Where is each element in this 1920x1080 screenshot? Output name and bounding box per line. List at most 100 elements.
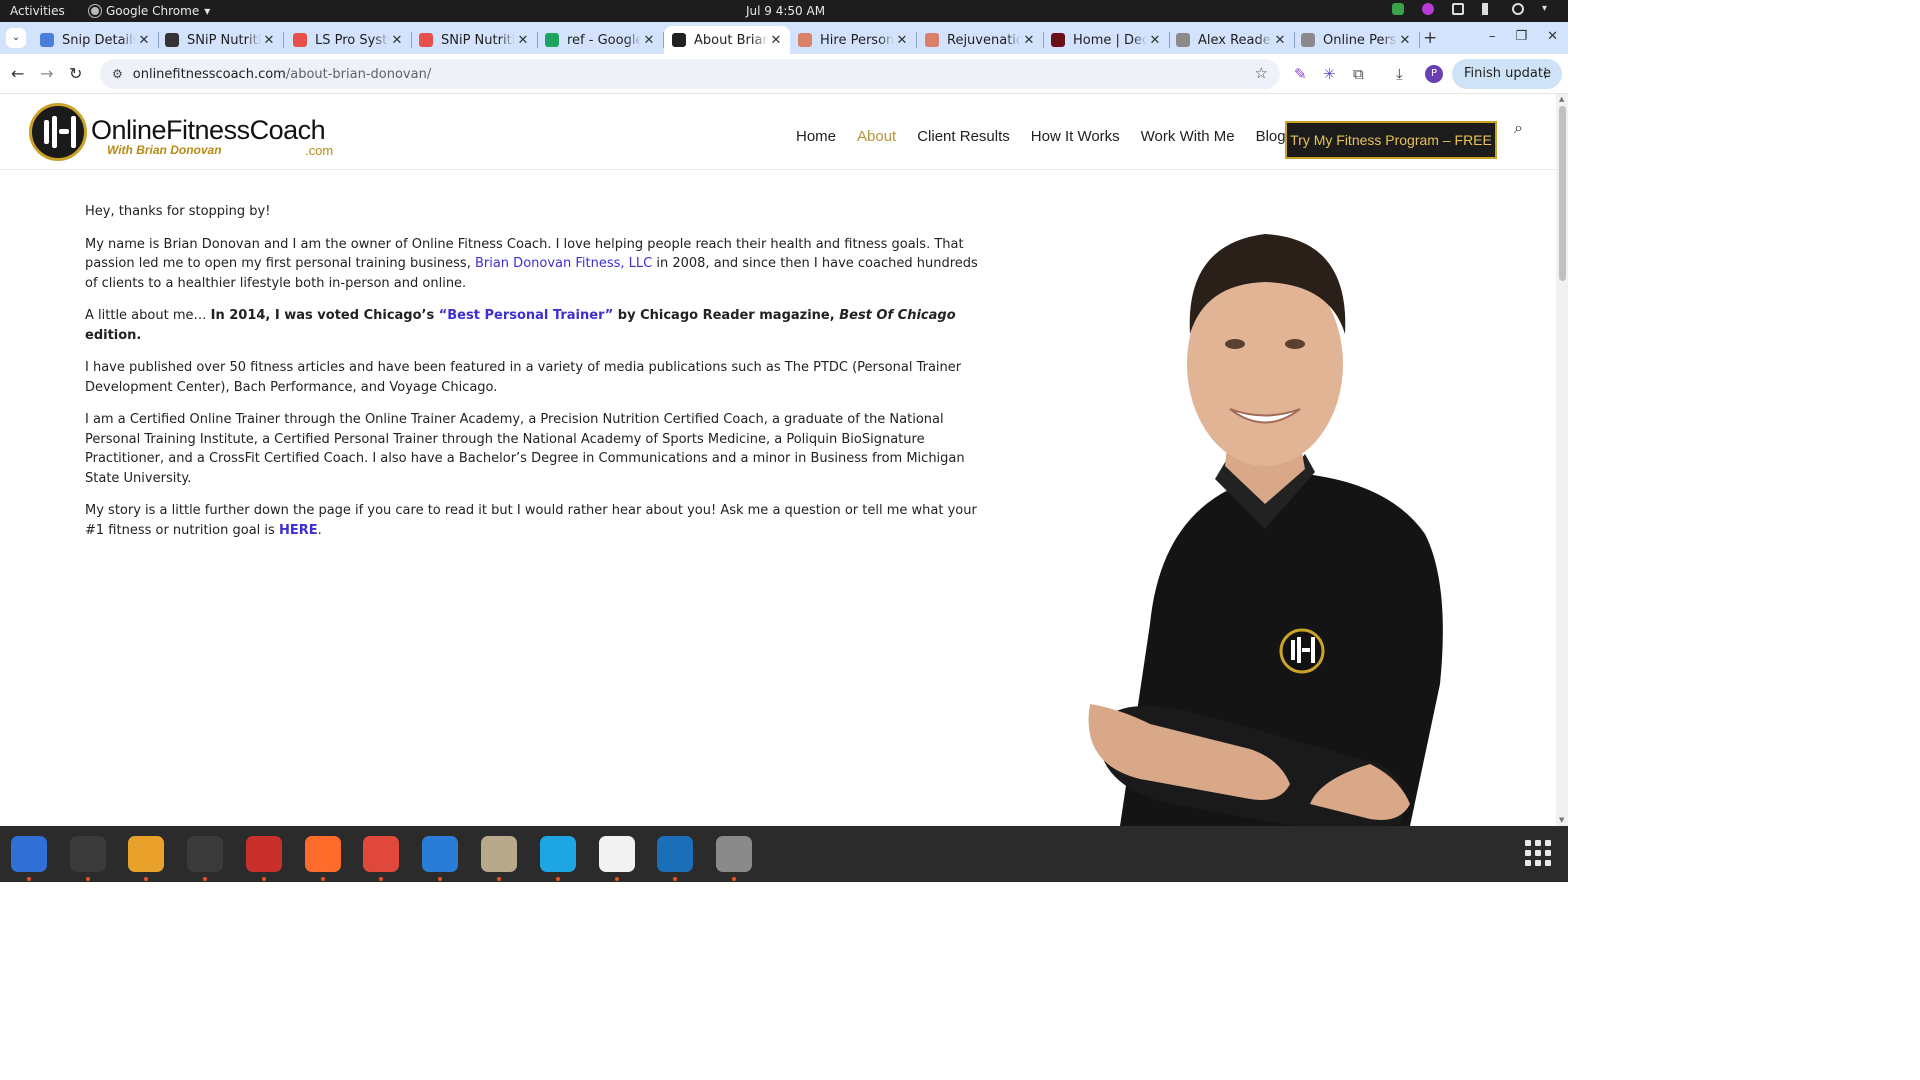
color-picker-icon[interactable] — [1422, 3, 1434, 15]
show-applications-icon[interactable] — [1525, 840, 1551, 866]
profile-avatar[interactable]: P — [1425, 65, 1443, 83]
system-tray[interactable]: ▾ — [1392, 3, 1554, 15]
restore-icon[interactable]: ❐ — [1515, 29, 1527, 44]
close-tab-icon[interactable]: ✕ — [1397, 33, 1413, 48]
tab-search-button[interactable]: ⌄ — [6, 28, 26, 48]
browser-tab[interactable]: LS Pro System✕ — [285, 26, 412, 54]
close-tab-icon[interactable]: ✕ — [389, 33, 405, 48]
browser-tab[interactable]: Home | Deck✕ — [1043, 26, 1170, 54]
running-indicator — [144, 877, 148, 881]
thunderbird-icon[interactable] — [11, 836, 47, 872]
window-controls: – ❐ ✕ — [1489, 29, 1558, 44]
update-icon[interactable] — [1392, 3, 1404, 15]
network-icon[interactable] — [1452, 3, 1464, 15]
browser-tab[interactable]: Online Personal✕ — [1293, 26, 1420, 54]
nav-link-about[interactable]: About — [857, 128, 896, 145]
browser-tab[interactable]: Hire Personal Trainer✕ — [790, 26, 917, 54]
about-content: Hey, thanks for stopping by! My name is … — [85, 202, 985, 553]
publications-paragraph: I have published over 50 fitness article… — [85, 360, 962, 395]
finish-update-button[interactable]: Finish update ⋮ — [1452, 59, 1562, 89]
terminal-icon[interactable] — [70, 836, 106, 872]
download-icon[interactable]: ⤓ — [1396, 65, 1403, 83]
close-window-icon[interactable]: ✕ — [1547, 29, 1558, 44]
text-run: A little about me… — [85, 308, 211, 323]
scroll-up-arrow-icon[interactable]: ▲ — [1559, 95, 1564, 103]
chrome-icon[interactable] — [363, 836, 399, 872]
reload-icon[interactable]: ↻ — [69, 64, 82, 83]
files-icon[interactable] — [481, 836, 517, 872]
close-tab-icon[interactable]: ✕ — [261, 33, 277, 48]
tab-favicon-icon — [545, 33, 559, 47]
calculator-icon[interactable] — [128, 836, 164, 872]
browser-tab[interactable]: Rejuvenation✕ — [917, 26, 1044, 54]
running-indicator — [27, 877, 31, 881]
close-tab-icon[interactable]: ✕ — [1021, 33, 1037, 48]
chevron-down-icon: ▾ — [204, 4, 211, 18]
browser-tab[interactable]: ref - Google Sheets✕ — [537, 26, 664, 54]
minimize-icon[interactable]: – — [1489, 29, 1496, 44]
browser-tab[interactable]: SNiP Nutrition✕ — [157, 26, 284, 54]
system-monitor-icon[interactable] — [187, 836, 223, 872]
document-viewer-icon[interactable] — [657, 836, 693, 872]
browser-tab[interactable]: Alex Reader ✕ — [1168, 26, 1295, 54]
close-tab-icon[interactable]: ✕ — [1147, 33, 1163, 48]
tab-favicon-icon — [419, 33, 433, 47]
puzzle-extensions-icon[interactable]: ⧉ — [1353, 65, 1364, 83]
new-tab-button[interactable]: + — [1423, 28, 1437, 48]
activities-button[interactable]: Activities — [10, 4, 65, 18]
browser-tab[interactable]: SNiP Nutrition✕ — [411, 26, 538, 54]
nav-link-client-results[interactable]: Client Results — [917, 128, 1010, 145]
forward-icon[interactable]: → — [40, 64, 53, 83]
close-tab-icon[interactable]: ✕ — [136, 33, 152, 48]
volume-icon[interactable] — [1482, 3, 1494, 15]
close-tab-icon[interactable]: ✕ — [515, 33, 531, 48]
app-menu[interactable]: Google Chrome ▾ — [89, 4, 210, 18]
skype-icon[interactable] — [540, 836, 576, 872]
brian-donovan-fitness-link[interactable]: Brian Donovan Fitness, LLC — [475, 256, 652, 271]
gear-extension-icon[interactable]: ✳ — [1323, 65, 1336, 83]
tab-favicon-icon — [925, 33, 939, 47]
text-run: . — [317, 522, 322, 538]
bookmark-star-icon[interactable]: ☆ — [1255, 64, 1268, 82]
text-editor-icon[interactable] — [599, 836, 635, 872]
best-personal-trainer-link[interactable]: “Best Personal Trainer” — [439, 308, 614, 323]
disk-icon[interactable] — [716, 836, 752, 872]
logo-tld: .com — [305, 143, 334, 158]
try-program-button[interactable]: Try My Fitness Program – FREE — [1285, 121, 1497, 159]
close-tab-icon[interactable]: ✕ — [894, 33, 910, 48]
award-paragraph: A little about me… In 2014, I was voted … — [85, 306, 985, 345]
scroll-down-arrow-icon[interactable]: ▼ — [1559, 816, 1564, 824]
nav-link-work-with-me[interactable]: Work With Me — [1141, 128, 1235, 145]
filezilla-icon[interactable] — [246, 836, 282, 872]
tab-title: LS Pro System — [315, 32, 389, 48]
owner-paragraph: My name is Brian Donovan and I am the ow… — [85, 235, 985, 294]
tab-favicon-icon — [798, 33, 812, 47]
here-contact-link[interactable]: HERE — [279, 523, 318, 538]
vscode-icon[interactable] — [422, 836, 458, 872]
firefox-icon[interactable] — [305, 836, 341, 872]
site-info-icon[interactable]: ⚙ — [112, 67, 123, 81]
nav-link-blog[interactable]: Blog — [1256, 128, 1286, 145]
search-icon[interactable]: ⌕ — [1514, 118, 1523, 138]
site-logo[interactable]: OnlineFitnessCoach With Brian Donovan .c… — [29, 103, 349, 161]
browser-tab[interactable]: Snip Details ✕ — [32, 26, 159, 54]
nav-link-home[interactable]: Home — [796, 128, 836, 145]
scrollbar-thumb[interactable] — [1559, 106, 1566, 281]
back-icon[interactable]: ← — [11, 64, 24, 83]
clock[interactable]: Jul 9 4:50 AM — [746, 4, 825, 18]
page-scrollbar[interactable]: ▲ ▼ — [1556, 94, 1568, 826]
close-tab-icon[interactable]: ✕ — [768, 33, 784, 48]
nav-link-how-it-works[interactable]: How It Works — [1031, 128, 1120, 145]
tab-favicon-icon — [1301, 33, 1315, 47]
chevron-down-icon[interactable]: ▾ — [1542, 3, 1554, 15]
address-bar[interactable]: ⚙ onlinefitnesscoach.com/about-brian-don… — [100, 59, 1280, 89]
pen-extension-icon[interactable]: ✎ — [1294, 65, 1307, 83]
url-path: /about-brian-donovan/ — [285, 66, 432, 82]
close-tab-icon[interactable]: ✕ — [1272, 33, 1288, 48]
power-icon[interactable] — [1512, 3, 1524, 15]
web-page: OnlineFitnessCoach With Brian Donovan .c… — [0, 94, 1556, 826]
running-indicator — [556, 877, 560, 881]
browser-tab[interactable]: About Brian Donovan✕ — [664, 26, 790, 54]
site-header: OnlineFitnessCoach With Brian Donovan .c… — [0, 94, 1556, 170]
close-tab-icon[interactable]: ✕ — [641, 33, 657, 48]
